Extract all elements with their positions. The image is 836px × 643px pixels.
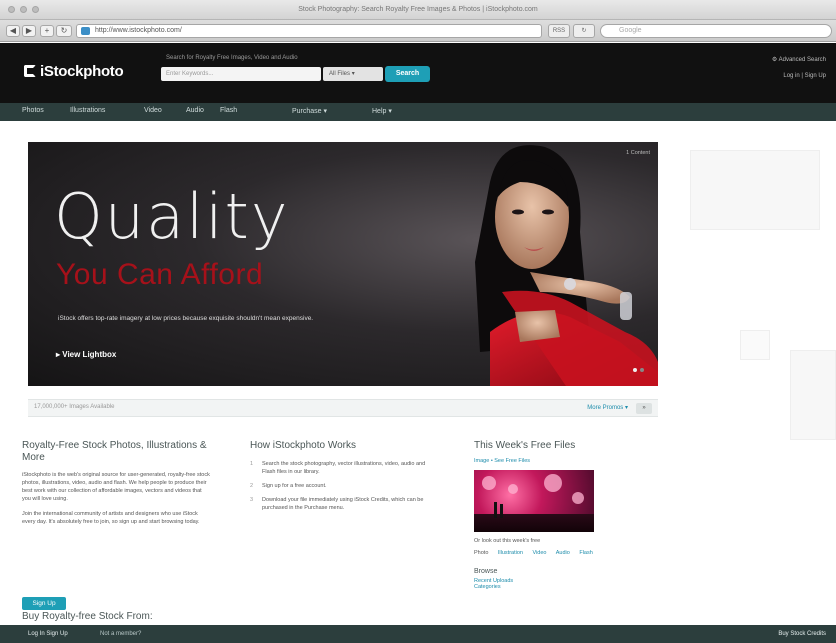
free-file-thumbnail[interactable]: [474, 470, 594, 532]
footer-bar: Log In Sign Up Not a member? Buy Stock C…: [0, 625, 836, 643]
nav-audio[interactable]: Audio: [186, 107, 204, 114]
buy-heading: Buy Royalty-free Stock From:: [22, 611, 153, 622]
side-ad-panel: [690, 150, 820, 230]
nav-illustrations[interactable]: Illustrations: [70, 107, 105, 114]
steps-list: Search the stock photography, vector ill…: [250, 460, 430, 512]
logo-mark-icon: [24, 65, 36, 77]
categories-link[interactable]: Categories: [474, 584, 654, 590]
more-promos-link[interactable]: More Promos ▾: [587, 404, 628, 411]
footer-member-text[interactable]: Not a member?: [100, 631, 141, 637]
advanced-search-link[interactable]: ⚙ Advanced Search: [772, 56, 826, 63]
account-area: ⚙ Advanced Search Log in | Sign Up: [771, 56, 826, 79]
tab-photo[interactable]: Photo: [474, 550, 488, 556]
window-title: Stock Photography: Search Royalty Free I…: [298, 6, 538, 13]
chevron-down-icon: ▾: [351, 71, 355, 77]
carousel-dot[interactable]: [640, 368, 644, 372]
side-ad-panel: [790, 350, 836, 440]
community-paragraph: Join the international community of arti…: [22, 511, 200, 525]
free-files-subtitle[interactable]: Image • See Free Files: [474, 458, 654, 464]
free-file-caption: Or look out this week's free: [474, 538, 541, 544]
carousel-dot[interactable]: [633, 368, 637, 372]
intro-heading: Royalty-Free Stock Photos, Illustrations…: [22, 440, 207, 463]
list-item: Search the stock photography, vector ill…: [250, 460, 426, 475]
free-files-heading: This Week's Free Files: [474, 440, 576, 451]
nav-flash[interactable]: Flash: [220, 107, 237, 114]
side-ad-panel: [740, 330, 770, 360]
file-type-select[interactable]: All Files ▾: [323, 67, 383, 81]
nav-photos[interactable]: Photos: [22, 107, 44, 114]
tab-flash[interactable]: Flash: [579, 550, 592, 556]
hero-description: iStock offers top-rate imagery at low pr…: [58, 315, 314, 322]
search-hint: Search for Royalty Free Images, Video an…: [166, 55, 298, 61]
window-titlebar: Stock Photography: Search Royalty Free I…: [0, 0, 836, 20]
add-bookmark-icon[interactable]: +: [40, 25, 54, 37]
model-image: [475, 145, 658, 386]
tab-audio[interactable]: Audio: [556, 550, 570, 556]
rss-icon[interactable]: RSS: [548, 24, 570, 38]
footer-login-link[interactable]: Log In Sign Up: [28, 631, 68, 637]
promo-strip: 17,000,000+ Images Available More Promos…: [28, 399, 658, 417]
favicon-icon: [81, 27, 90, 35]
free-files-column: This Week's Free Files Image • See Free …: [474, 440, 654, 590]
browse-heading: Browse: [474, 568, 498, 575]
tab-video[interactable]: Video: [533, 550, 547, 556]
how-it-works-column: How iStockphoto Works Search the stock p…: [250, 440, 430, 518]
intro-column: Royalty-Free Stock Photos, Illustrations…: [22, 440, 210, 526]
gear-icon: ⚙: [771, 57, 778, 63]
browser-toolbar: ◀ ▶ + ↻ http://www.istockphoto.com/ RSS …: [0, 20, 836, 42]
how-heading: How iStockphoto Works: [250, 440, 356, 451]
back-icon[interactable]: ◀: [6, 25, 20, 37]
login-link[interactable]: Log in: [783, 73, 799, 79]
nav-video[interactable]: Video: [144, 107, 162, 114]
tab-illustration[interactable]: Illustration: [498, 550, 523, 556]
hero-tagline: You Can Afford: [56, 258, 264, 291]
sign-up-button[interactable]: Sign Up: [22, 597, 66, 610]
istockphoto-logo[interactable]: iStockphoto: [24, 63, 124, 80]
site-header: iStockphoto Search for Royalty Free Imag…: [0, 43, 836, 103]
hero-banner[interactable]: Quality You Can Afford iStock offers top…: [28, 142, 658, 386]
list-item: Sign up for a free account.: [250, 482, 327, 490]
carousel-dots[interactable]: [633, 368, 644, 372]
search-input[interactable]: Enter Keywords...: [161, 67, 321, 81]
refresh-icon[interactable]: ↻: [573, 24, 595, 38]
list-item: Download your file immediately using iSt…: [250, 496, 424, 511]
nav-purchase[interactable]: Purchase ▾: [292, 107, 327, 115]
intro-paragraph: iStockphoto is the web's original source…: [22, 472, 210, 502]
search-button[interactable]: Search: [385, 66, 430, 82]
next-promo-button[interactable]: »: [636, 403, 652, 414]
forward-icon[interactable]: ▶: [22, 25, 36, 37]
signup-link[interactable]: Sign Up: [805, 73, 826, 79]
image-count: 17,000,000+ Images Available: [34, 404, 115, 410]
free-file-tabs: Photo Illustration Video Audio Flash: [474, 550, 654, 556]
reload-icon[interactable]: ↻: [56, 25, 72, 37]
main-nav: Photos Illustrations Video Audio Flash P…: [0, 103, 836, 121]
hero-title: Quality: [54, 180, 290, 253]
hero-credit: 1 Content: [626, 150, 650, 156]
nav-help[interactable]: Help ▾: [372, 107, 392, 115]
google-search-input[interactable]: Google: [600, 24, 832, 38]
view-lightbox-link[interactable]: ▸ View Lightbox: [56, 350, 116, 359]
buy-credits-link[interactable]: Buy Stock Credits: [778, 631, 826, 637]
address-bar[interactable]: http://www.istockphoto.com/: [76, 24, 542, 38]
